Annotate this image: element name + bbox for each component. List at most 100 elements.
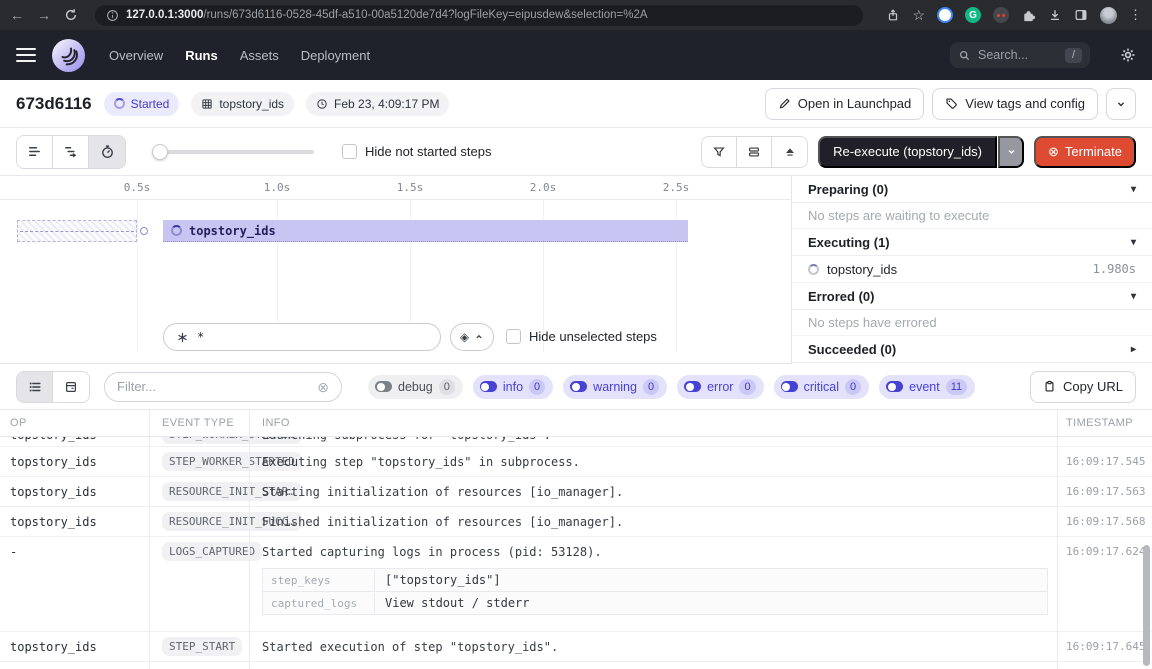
browser-menu-icon[interactable]: ⋮ <box>1129 7 1142 23</box>
log-row[interactable]: topstory_idsSTEP_STARTStarted execution … <box>0 632 1152 662</box>
extensions-puzzle-icon[interactable] <box>1021 8 1036 23</box>
log-info-cell: Starting initialization of resources [io… <box>250 477 1058 506</box>
extension-clock-icon[interactable] <box>937 7 953 23</box>
step-row[interactable]: topstory_ids1.980s <box>792 256 1152 283</box>
filter-funnel-icon[interactable] <box>702 137 737 167</box>
pencil-icon <box>778 97 791 110</box>
filter-chip-error[interactable]: error0 <box>677 375 764 399</box>
slider-track <box>152 150 314 154</box>
log-detail-key: step_keys <box>263 570 375 591</box>
gantt-gridline <box>137 200 138 352</box>
nav-item-runs[interactable]: Runs <box>185 48 218 63</box>
browser-forward-icon[interactable]: → <box>37 8 51 22</box>
run-id: 673d6116 <box>16 94 92 114</box>
log-detail-value[interactable]: View stdout / stderr <box>375 592 540 614</box>
gantt-step-bar[interactable]: topstory_ids <box>163 220 688 242</box>
chip-label: critical <box>804 380 839 394</box>
timed-view-icon[interactable] <box>89 136 125 168</box>
log-info-cell: Started execution of step "topstory_ids"… <box>250 632 1058 661</box>
side-panel-icon[interactable] <box>1074 8 1088 22</box>
job-tag[interactable]: topstory_ids <box>191 92 294 116</box>
log-view-toggle-group <box>16 371 90 403</box>
log-timestamp: 16:09:17.545 <box>1058 447 1152 476</box>
graph-options-button[interactable]: ◈ <box>450 323 494 351</box>
toggle-icon <box>375 381 392 392</box>
log-detail-key: captured_logs <box>263 593 375 614</box>
reexecute-button[interactable]: Re-execute (topstory_ids) <box>818 136 997 168</box>
step-section-header[interactable]: Preparing (0)▾ <box>792 176 1152 203</box>
nav-item-overview[interactable]: Overview <box>109 48 163 63</box>
address-bar[interactable]: 127.0.0.1:3000/runs/673d6116-0528-45df-a… <box>95 5 863 26</box>
structured-view-icon[interactable] <box>53 372 89 402</box>
log-row[interactable]: topstory_idsRESOURCE_INIT_SUCC…Finished … <box>0 507 1152 537</box>
browser-reload-icon[interactable] <box>64 8 78 22</box>
column-divider <box>1057 410 1058 669</box>
axis-tick: 2.0s <box>530 181 557 194</box>
log-filter-input-wrap: ⊗ <box>104 372 342 402</box>
log-info-text: Started execution of step "topstory_ids"… <box>262 640 1058 654</box>
log-event-type-cell: STEP_WORKER_STARTI… <box>150 437 250 447</box>
nav-item-deployment[interactable]: Deployment <box>301 48 370 63</box>
terminate-button[interactable]: ⊗ Terminate <box>1034 136 1136 168</box>
checkbox-box[interactable] <box>506 329 521 344</box>
collapse-eject-icon[interactable] <box>772 137 807 167</box>
slider-thumb[interactable] <box>152 144 168 160</box>
list-view-icon[interactable] <box>17 372 53 402</box>
dagster-logo[interactable] <box>52 39 85 72</box>
step-selection-input[interactable] <box>197 330 428 344</box>
filter-chip-event[interactable]: event11 <box>879 375 975 399</box>
vertical-scrollbar[interactable] <box>1143 545 1150 666</box>
chip-count: 0 <box>529 379 545 395</box>
browser-back-icon[interactable]: ← <box>10 8 24 22</box>
log-row[interactable]: topstory_idsRESOURCE_INIT_STAR…Starting … <box>0 477 1152 507</box>
chip-label: info <box>503 380 523 394</box>
filter-chip-info[interactable]: info 0 <box>473 375 553 399</box>
log-info-cell: Started capturing logs in process (pid: … <box>250 537 1058 631</box>
gantt-preparing-bar <box>17 220 137 242</box>
gantt-zoom-slider[interactable] <box>152 144 314 160</box>
log-detail-value: ["topstory_ids"] <box>375 569 511 591</box>
view-tags-config-button[interactable]: View tags and config <box>932 88 1098 120</box>
log-timestamp <box>1058 437 1152 447</box>
bookmark-star-icon[interactable]: ☆ <box>912 7 925 24</box>
reexecute-dropdown-button[interactable] <box>998 136 1024 168</box>
status-badge: Started <box>104 92 180 116</box>
spinner-icon <box>808 264 819 275</box>
gantt-zone: 0.5s1.0s1.5s2.0s2.5s topstory_ids ◈ Hide… <box>0 176 1152 364</box>
log-filter-input[interactable] <box>117 379 309 394</box>
extension-dark-icon[interactable] <box>993 7 1009 23</box>
filter-chip-warning[interactable]: warning0 <box>563 375 667 399</box>
log-row[interactable]: -LOGS_CAPTUREDStarted capturing logs in … <box>0 537 1152 632</box>
split-rows-icon[interactable] <box>737 137 772 167</box>
step-section-header[interactable]: Errored (0)▾ <box>792 283 1152 310</box>
download-icon[interactable] <box>1048 8 1062 22</box>
log-row[interactable]: topstory_idsSTEP_WORKER_STARTI…Launching… <box>0 437 1152 447</box>
log-detail-row: captured_logsView stdout / stderr <box>263 592 1047 614</box>
log-row[interactable]: topstory_idsSTEP_WORKER_STARTEDExecuting… <box>0 447 1152 477</box>
axis-tick: 1.0s <box>264 181 291 194</box>
clear-filter-icon[interactable]: ⊗ <box>317 380 329 394</box>
share-icon[interactable] <box>886 8 900 22</box>
site-info-icon[interactable] <box>106 9 119 22</box>
hamburger-menu-icon[interactable] <box>16 48 36 63</box>
copy-url-button[interactable]: Copy URL <box>1030 371 1136 403</box>
extension-grammarly-icon[interactable]: G <box>965 7 981 23</box>
run-actions-dropdown-button[interactable] <box>1106 88 1136 120</box>
open-in-launchpad-button[interactable]: Open in Launchpad <box>765 88 924 120</box>
search-input[interactable]: Search... / <box>950 42 1090 68</box>
step-section-header[interactable]: Executing (1)▾ <box>792 229 1152 256</box>
filter-chip-debug[interactable]: debug0 <box>368 375 463 399</box>
nav-item-assets[interactable]: Assets <box>240 48 279 63</box>
log-op: - <box>0 537 150 631</box>
checkbox-box[interactable] <box>342 144 357 159</box>
gear-icon[interactable] <box>1120 47 1136 63</box>
event-type-chip: LOGS_CAPTURED <box>162 542 262 561</box>
flat-view-icon[interactable] <box>17 136 53 168</box>
waterfall-view-icon[interactable] <box>53 136 89 168</box>
filter-chip-critical[interactable]: critical0 <box>774 375 870 399</box>
step-section-header[interactable]: Succeeded (0)▸ <box>792 336 1152 363</box>
hide-unselected-checkbox[interactable]: Hide unselected steps <box>506 329 657 344</box>
profile-avatar[interactable] <box>1100 7 1117 24</box>
toggle-icon <box>480 381 497 392</box>
hide-not-started-checkbox[interactable]: Hide not started steps <box>342 144 491 159</box>
